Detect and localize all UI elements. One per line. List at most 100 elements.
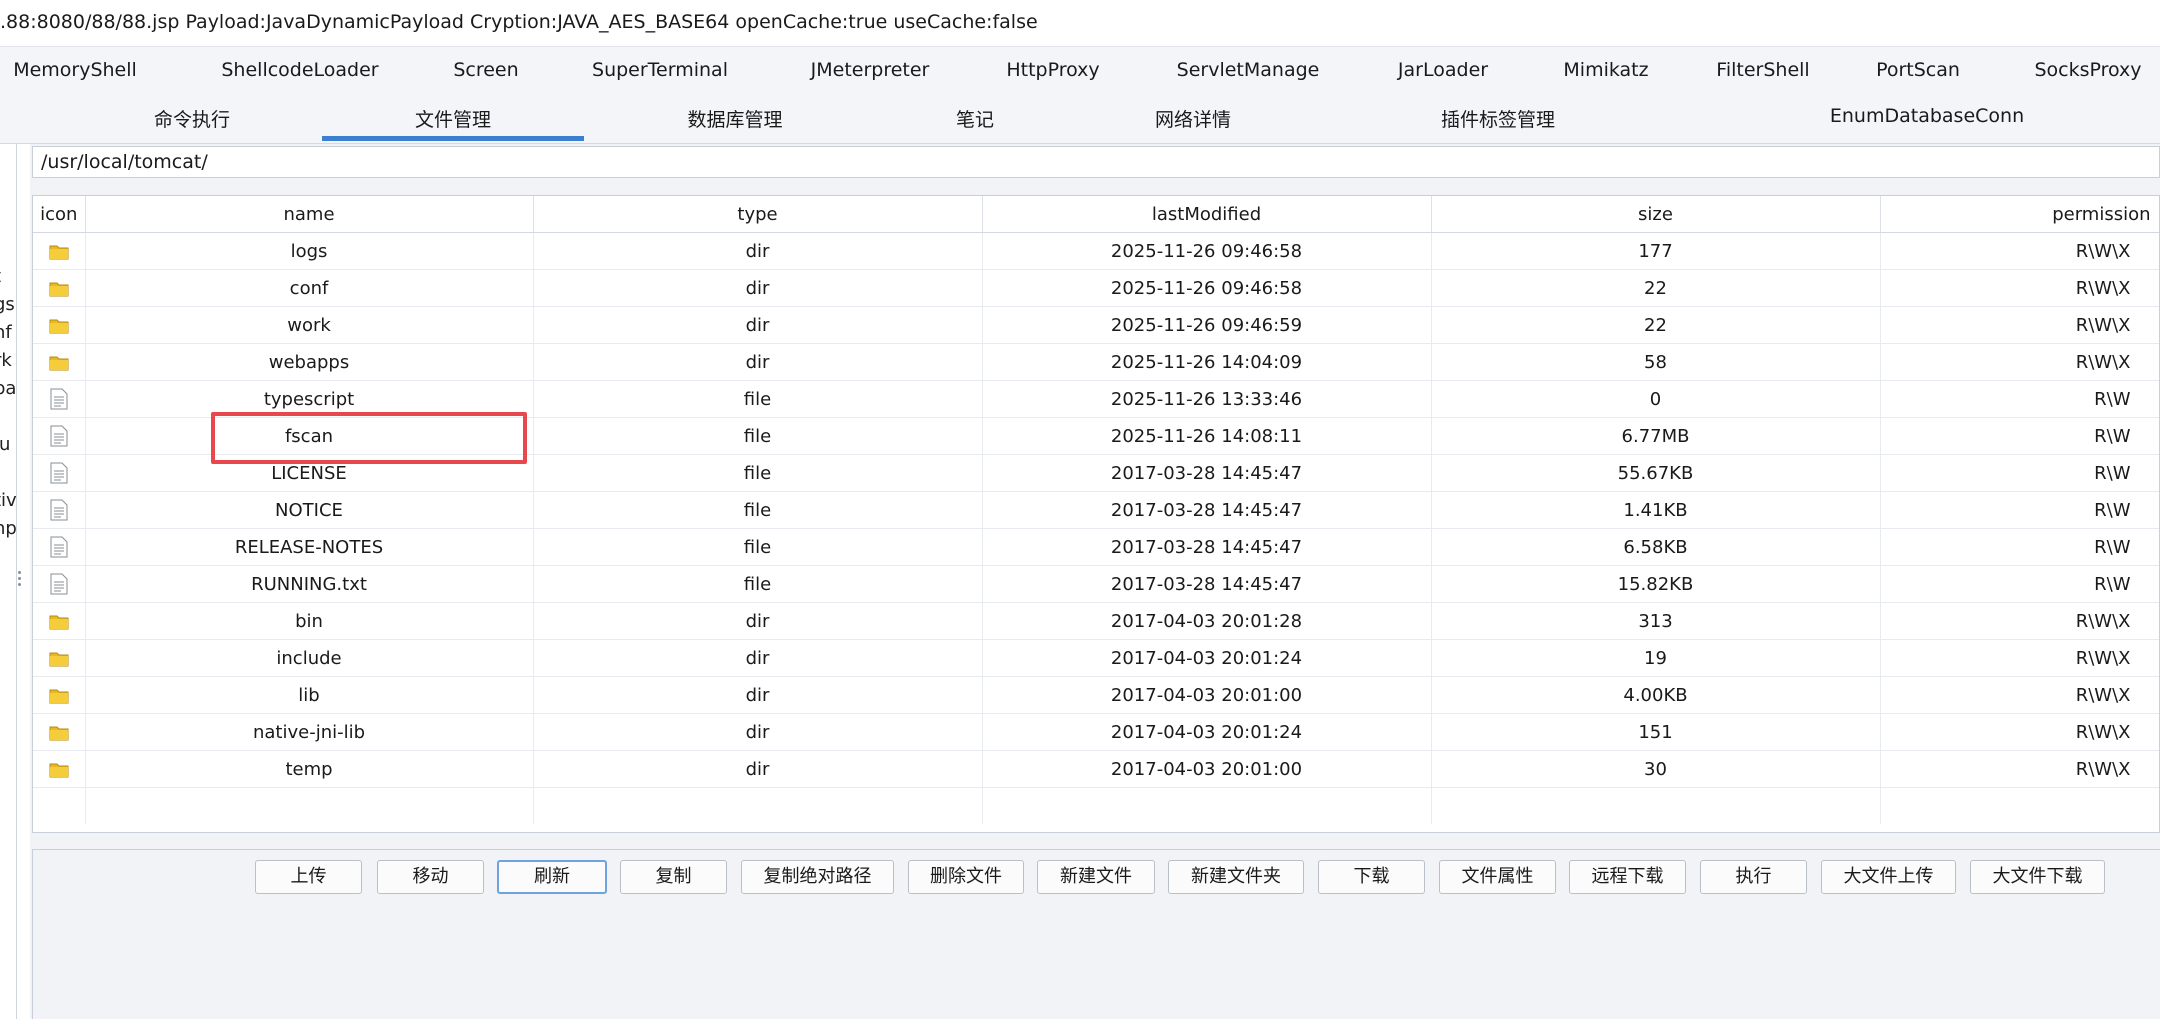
tree-node[interactable]: tiv — [0, 490, 16, 511]
copy-absolute-path-button[interactable]: 复制绝对路径 — [741, 860, 894, 894]
cell-name: typescript — [85, 380, 534, 418]
tab-memoryshell[interactable]: MemoryShell — [13, 59, 137, 81]
tab-notes[interactable]: 笔记 — [956, 105, 994, 132]
execute-button[interactable]: 执行 — [1700, 860, 1807, 894]
column-header-permission[interactable]: permission — [1880, 196, 2159, 233]
file-icon — [50, 499, 68, 521]
large-file-download-button[interactable]: 大文件下载 — [1970, 860, 2105, 894]
table-header-row: icon name type lastModified size permiss… — [33, 196, 2159, 233]
cell-permission: R\W\X — [1880, 269, 2159, 307]
column-header-lastmodified[interactable]: lastModified — [982, 196, 1432, 233]
cell-name: fscan — [85, 417, 534, 455]
tab-mimikatz[interactable]: Mimikatz — [1563, 59, 1648, 81]
tab-enumdatabaseconn[interactable]: EnumDatabaseConn — [1830, 105, 2024, 127]
cell-size: 151 — [1431, 713, 1881, 751]
cell-permission: R\W — [1880, 417, 2159, 455]
file-properties-button[interactable]: 文件属性 — [1439, 860, 1556, 894]
tab-network-details[interactable]: 网络详情 — [1155, 105, 1231, 132]
download-button[interactable]: 下载 — [1318, 860, 1425, 894]
table-row[interactable]: LICENSE file 2017-03-28 14:45:47 55.67KB R\W — [33, 454, 2159, 492]
tab-jmeterpreter[interactable]: JMeterpreter — [811, 59, 930, 81]
split-pane-handle[interactable] — [18, 568, 24, 590]
tab-command-exec[interactable]: 命令执行 — [154, 105, 230, 132]
tab-plugin-tag-manager[interactable]: 插件标签管理 — [1441, 105, 1555, 132]
table-row[interactable]: RUNNING.txt file 2017-03-28 14:45:47 15.82K… — [33, 565, 2159, 603]
cell-lastmodified: 2017-04-03 20:01:24 — [982, 639, 1432, 677]
cell-lastmodified: 2017-04-03 20:01:00 — [982, 750, 1432, 788]
tab-database-manager[interactable]: 数据库管理 — [687, 105, 782, 132]
cell-type: dir — [533, 676, 983, 714]
file-table[interactable]: icon name type lastModified size permiss… — [32, 195, 2160, 833]
tree-node[interactable]: lu — [0, 434, 10, 455]
table-row[interactable]: RELEASE-NOTES file 2017-03-28 14:45:47 6.58… — [33, 528, 2159, 566]
table-row[interactable]: webapps dir 2025-11-26 14:04:09 58 R\W\X — [33, 343, 2159, 381]
cell-lastmodified: 2017-04-03 20:01:24 — [982, 713, 1432, 751]
tree-node[interactable]: nf — [0, 322, 12, 343]
table-row[interactable]: NOTICE file 2017-03-28 14:45:47 1.41KB R\W — [33, 491, 2159, 529]
file-tree-panel[interactable]: t gs nf rk ba lu tiv np — [0, 144, 17, 1019]
column-header-name[interactable]: name — [85, 196, 534, 233]
folder-icon — [49, 722, 69, 743]
delete-file-button[interactable]: 删除文件 — [908, 860, 1024, 894]
cell-permission: R\W\X — [1880, 343, 2159, 381]
table-row[interactable]: native-jni-lib dir 2017-04-03 20:01:24 151 R… — [33, 713, 2159, 751]
splitter-handle-top[interactable] — [1170, 184, 1194, 199]
table-row[interactable]: include dir 2017-04-03 20:01:24 19 R\W\X — [33, 639, 2159, 677]
column-header-type[interactable]: type — [533, 196, 983, 233]
table-row[interactable]: typescript file 2025-11-26 13:33:46 0 R\W — [33, 380, 2159, 418]
table-empty-row — [33, 787, 2159, 824]
table-row[interactable]: fscan file 2025-11-26 14:08:11 6.77MB R\W — [33, 417, 2159, 455]
cell-size: 19 — [1431, 639, 1881, 677]
copy-button[interactable]: 复制 — [620, 860, 727, 894]
cell-name: conf — [85, 269, 534, 307]
tab-httpproxy[interactable]: HttpProxy — [1006, 59, 1099, 81]
cell-icon — [33, 491, 86, 529]
tab-jarloader[interactable]: JarLoader — [1398, 59, 1488, 81]
cell-icon — [33, 713, 86, 751]
folder-icon — [49, 759, 69, 780]
title-bar: .88:8080/88/88.jsp Payload:JavaDynamicPa… — [0, 0, 2160, 47]
table-row[interactable]: conf dir 2025-11-26 09:46:58 22 R\W\X — [33, 269, 2159, 307]
large-file-upload-button[interactable]: 大文件上传 — [1821, 860, 1956, 894]
tree-node[interactable]: ba — [0, 378, 16, 399]
cell-icon — [33, 417, 86, 455]
splitter-handle-bottom[interactable] — [1170, 838, 1194, 853]
table-row[interactable]: logs dir 2025-11-26 09:46:58 177 R\W\X — [33, 232, 2159, 270]
cell-icon — [33, 269, 86, 307]
tab-screen[interactable]: Screen — [453, 59, 518, 81]
tree-node[interactable]: t — [0, 266, 1, 287]
cell-type: file — [533, 491, 983, 529]
cell-permission: R\W — [1880, 454, 2159, 492]
new-folder-button[interactable]: 新建文件夹 — [1168, 860, 1304, 894]
table-row[interactable]: work dir 2025-11-26 09:46:59 22 R\W\X — [33, 306, 2159, 344]
remote-download-button[interactable]: 远程下载 — [1569, 860, 1686, 894]
column-header-size[interactable]: size — [1431, 196, 1881, 233]
tab-filtershell[interactable]: FilterShell — [1716, 59, 1809, 81]
tab-superterminal[interactable]: SuperTerminal — [592, 59, 728, 81]
new-file-button[interactable]: 新建文件 — [1037, 860, 1155, 894]
cell-permission: R\W — [1880, 491, 2159, 529]
table-row[interactable]: lib dir 2017-04-03 20:01:00 4.00KB R\W\X — [33, 676, 2159, 714]
cell-permission: R\W\X — [1880, 232, 2159, 270]
cell-icon — [33, 343, 86, 381]
cell-lastmodified: 2017-04-03 20:01:00 — [982, 676, 1432, 714]
upload-button[interactable]: 上传 — [255, 860, 362, 894]
column-header-icon[interactable]: icon — [33, 196, 86, 233]
table-row[interactable]: temp dir 2017-04-03 20:01:00 30 R\W\X — [33, 750, 2159, 788]
tab-file-manager[interactable]: 文件管理 — [415, 105, 491, 132]
file-icon — [50, 462, 68, 484]
file-icon — [50, 425, 68, 447]
tab-servletmanage[interactable]: ServletManage — [1177, 59, 1320, 81]
cell-icon — [33, 380, 86, 418]
tab-portscan[interactable]: PortScan — [1876, 59, 1960, 81]
tree-node[interactable]: np — [0, 518, 16, 539]
tab-socksproxy[interactable]: SocksProxy — [2034, 59, 2141, 81]
tree-node[interactable]: rk — [0, 350, 12, 371]
refresh-button[interactable]: 刷新 — [497, 860, 607, 894]
path-input[interactable] — [41, 150, 1841, 174]
cell-lastmodified: 2025-11-26 14:04:09 — [982, 343, 1432, 381]
move-button[interactable]: 移动 — [377, 860, 484, 894]
tree-node[interactable]: gs — [0, 294, 15, 315]
tab-shellcodeloader[interactable]: ShellcodeLoader — [221, 59, 378, 81]
table-row[interactable]: bin dir 2017-04-03 20:01:28 313 R\W\X — [33, 602, 2159, 640]
